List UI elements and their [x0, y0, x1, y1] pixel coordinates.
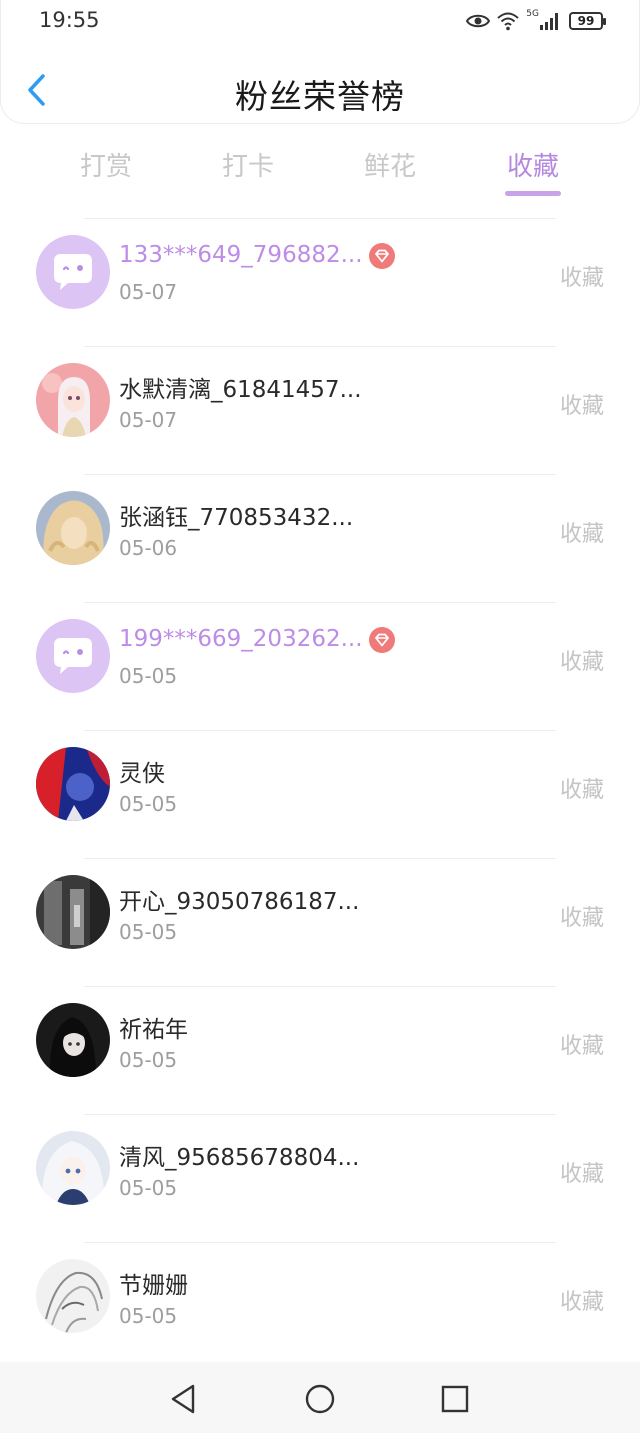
- blonde-hair-avatar: [36, 491, 110, 565]
- action-label: 收藏: [559, 778, 604, 803]
- action-label: 收藏: [559, 266, 604, 291]
- avatar[interactable]: [36, 875, 110, 949]
- list-item[interactable]: 节姗姗 05-05 收藏: [0, 1242, 640, 1370]
- date-label: 05-05: [119, 1048, 178, 1072]
- diamond-icon: [369, 627, 395, 653]
- avatar[interactable]: [36, 1003, 110, 1077]
- red-blue-art-avatar: [36, 747, 110, 821]
- network-type-label: 5G: [526, 9, 539, 19]
- avatar[interactable]: [36, 747, 110, 821]
- list-item[interactable]: 133***649_796882... 05-07 收藏: [0, 218, 640, 346]
- tab-flowers[interactable]: 鲜花: [364, 146, 416, 183]
- white-hair-anime-avatar: [36, 1131, 110, 1205]
- action-label: 收藏: [559, 1034, 604, 1059]
- tab-checkin[interactable]: 打卡: [222, 146, 274, 183]
- date-label: 05-05: [119, 1304, 178, 1328]
- date-label: 05-05: [119, 920, 178, 944]
- avatar[interactable]: [36, 491, 110, 565]
- signal-icon: [540, 13, 558, 30]
- user-name: 水默清漓_61841457...: [119, 377, 362, 403]
- avatar[interactable]: [36, 363, 110, 437]
- avatar[interactable]: [36, 1131, 110, 1205]
- user-name: 灵侠: [119, 761, 165, 787]
- date-label: 05-05: [119, 664, 178, 688]
- date-label: 05-06: [119, 536, 178, 560]
- user-name: 节姗姗: [119, 1273, 188, 1299]
- dark-street-avatar: [36, 875, 110, 949]
- square-recent-icon[interactable]: [438, 1382, 472, 1416]
- app-screen: 19:55 5G 99 粉丝荣誉榜 打赏 打卡 鲜花 收藏 133***649_…: [0, 0, 640, 1433]
- user-name: 祈祐年: [119, 1017, 188, 1043]
- action-label: 收藏: [559, 1162, 604, 1187]
- tab-reward[interactable]: 打赏: [80, 146, 132, 183]
- avatar[interactable]: [36, 235, 110, 309]
- system-nav-bar: [0, 1362, 640, 1433]
- triangle-back-icon[interactable]: [166, 1382, 200, 1416]
- status-icons: 5G 99: [466, 9, 606, 33]
- default-avatar-icon: [36, 235, 110, 309]
- list-item[interactable]: 祈祐年 05-05 收藏: [0, 986, 640, 1114]
- user-name: 199***669_203262...: [119, 626, 363, 652]
- page-title: 粉丝荣誉榜: [235, 77, 405, 116]
- action-label: 收藏: [559, 1290, 604, 1315]
- list-item[interactable]: 199***669_203262... 05-05 收藏: [0, 602, 640, 730]
- tab-bar: 打赏 打卡 鲜花 收藏: [36, 136, 604, 206]
- list-item[interactable]: 张涵钰_770853432... 05-06 收藏: [0, 474, 640, 602]
- dark-anime-avatar: [36, 1003, 110, 1077]
- avatar[interactable]: [36, 1259, 110, 1333]
- status-time: 19:55: [39, 8, 100, 32]
- avatar[interactable]: [36, 619, 110, 693]
- user-name: 133***649_796882...: [119, 242, 363, 268]
- list-item[interactable]: 灵侠 05-05 收藏: [0, 730, 640, 858]
- sketch-avatar: [36, 1259, 110, 1333]
- list-item[interactable]: 水默清漓_61841457... 05-07 收藏: [0, 346, 640, 474]
- circle-home-icon[interactable]: [303, 1382, 337, 1416]
- action-label: 收藏: [559, 906, 604, 931]
- action-label: 收藏: [559, 650, 604, 675]
- list-item[interactable]: 开心_93050786187... 05-05 收藏: [0, 858, 640, 986]
- date-label: 05-07: [119, 408, 178, 432]
- header-card: 19:55 5G 99 粉丝荣誉榜: [0, 0, 640, 124]
- default-avatar-icon: [36, 619, 110, 693]
- diamond-icon: [369, 243, 395, 269]
- list-item[interactable]: 清风_95685678804... 05-05 收藏: [0, 1114, 640, 1242]
- active-tab-indicator: [505, 191, 561, 196]
- wifi-icon: [497, 12, 519, 31]
- tab-favorites[interactable]: 收藏: [507, 146, 559, 183]
- battery-icon: 99: [569, 12, 606, 30]
- battery-level: 99: [577, 14, 595, 28]
- date-label: 05-05: [119, 1176, 178, 1200]
- user-name: 张涵钰_770853432...: [119, 505, 354, 531]
- fan-list: 133***649_796882... 05-07 收藏 水默清漓_618414…: [0, 218, 640, 1370]
- user-name: 开心_93050786187...: [119, 889, 360, 915]
- action-label: 收藏: [559, 394, 604, 419]
- user-name: 清风_95685678804...: [119, 1145, 360, 1171]
- date-label: 05-07: [119, 280, 178, 304]
- date-label: 05-05: [119, 792, 178, 816]
- anime-girl-avatar: [36, 363, 110, 437]
- action-label: 收藏: [559, 522, 604, 547]
- eye-icon: [466, 14, 491, 28]
